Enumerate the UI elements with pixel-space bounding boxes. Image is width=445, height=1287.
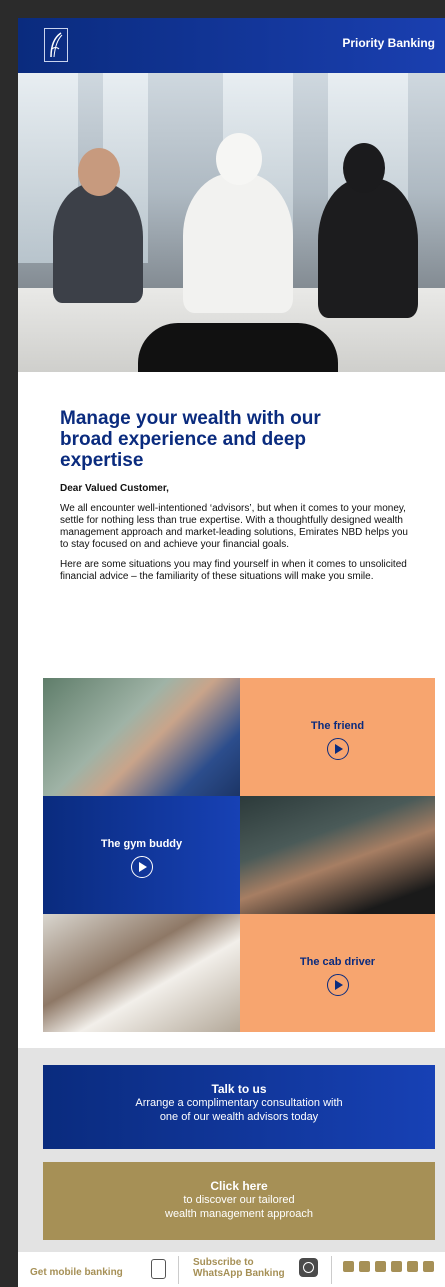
talk-to-us-line1: Arrange a complimentary consultation wit… bbox=[135, 1097, 343, 1109]
header-bar: Priority Banking bbox=[18, 18, 445, 73]
talk-to-us-line2: one of our wealth advisors today bbox=[159, 1111, 319, 1123]
situations-paragraph: Here are some situations you may find yo… bbox=[60, 559, 407, 582]
cab-driver-photo[interactable] bbox=[43, 914, 240, 1032]
youtube-icon[interactable] bbox=[375, 1261, 386, 1272]
square-icon[interactable] bbox=[407, 1261, 418, 1272]
linkedin-icon[interactable] bbox=[359, 1261, 370, 1272]
video-tile-friend[interactable]: The friend bbox=[240, 678, 435, 796]
article-title: Manage your wealth with our broad experi… bbox=[60, 408, 321, 471]
mobile-phone-icon[interactable] bbox=[151, 1259, 166, 1279]
greeting: Dear Valued Customer, bbox=[60, 483, 169, 494]
talk-to-us-title: Talk to us bbox=[211, 1082, 267, 1096]
article-section: Manage your wealth with our broad experi… bbox=[18, 372, 445, 583]
logo-mark-icon bbox=[50, 32, 63, 58]
gym-buddy-photo[interactable] bbox=[240, 796, 435, 914]
video-tile-cab-driver[interactable]: The cab driver bbox=[240, 914, 435, 1032]
intro-paragraph: We all encounter well-intentioned ‘advis… bbox=[60, 503, 408, 550]
emirates-nbd-logo[interactable] bbox=[44, 28, 68, 62]
whatsapp-line2: WhatsApp Banking bbox=[193, 1268, 285, 1279]
footer-divider bbox=[331, 1256, 332, 1284]
email-container: Priority Banking Manage your wealth with… bbox=[18, 18, 445, 1287]
play-icon[interactable] bbox=[130, 856, 153, 878]
play-icon[interactable] bbox=[326, 738, 349, 760]
friend-photo[interactable] bbox=[43, 678, 240, 796]
twitter-icon[interactable] bbox=[343, 1261, 354, 1272]
video-tile-gym-buddy[interactable]: The gym buddy bbox=[43, 796, 240, 914]
header-title: Priority Banking bbox=[342, 36, 435, 50]
click-here-button[interactable]: Click here to discover our tailored weal… bbox=[43, 1162, 435, 1240]
mobile-banking-link[interactable]: Get mobile banking bbox=[30, 1267, 123, 1278]
video-label-cab-driver: The cab driver bbox=[299, 956, 376, 968]
footer-divider bbox=[178, 1256, 179, 1284]
video-label-gym-buddy: The gym buddy bbox=[100, 838, 183, 850]
hero-image bbox=[18, 73, 445, 372]
instagram-icon[interactable] bbox=[423, 1261, 434, 1272]
play-icon[interactable] bbox=[326, 974, 349, 996]
video-label-friend: The friend bbox=[310, 720, 365, 732]
whatsapp-banking-link[interactable]: Subscribe to WhatsApp Banking bbox=[193, 1257, 285, 1279]
whatsapp-icon[interactable] bbox=[299, 1258, 318, 1277]
facebook-icon[interactable] bbox=[391, 1261, 402, 1272]
video-grid: The friend The gym buddy The cab driver bbox=[43, 678, 435, 1032]
whatsapp-line1: Subscribe to bbox=[193, 1257, 254, 1268]
click-here-line2: wealth management approach bbox=[165, 1208, 313, 1220]
talk-to-us-button[interactable]: Talk to us Arrange a complimentary consu… bbox=[43, 1065, 435, 1149]
footer: Get mobile banking Subscribe to WhatsApp… bbox=[18, 1252, 445, 1287]
social-icons bbox=[343, 1261, 434, 1272]
click-here-title: Click here bbox=[210, 1179, 268, 1193]
click-here-line1: to discover our tailored bbox=[183, 1194, 295, 1206]
